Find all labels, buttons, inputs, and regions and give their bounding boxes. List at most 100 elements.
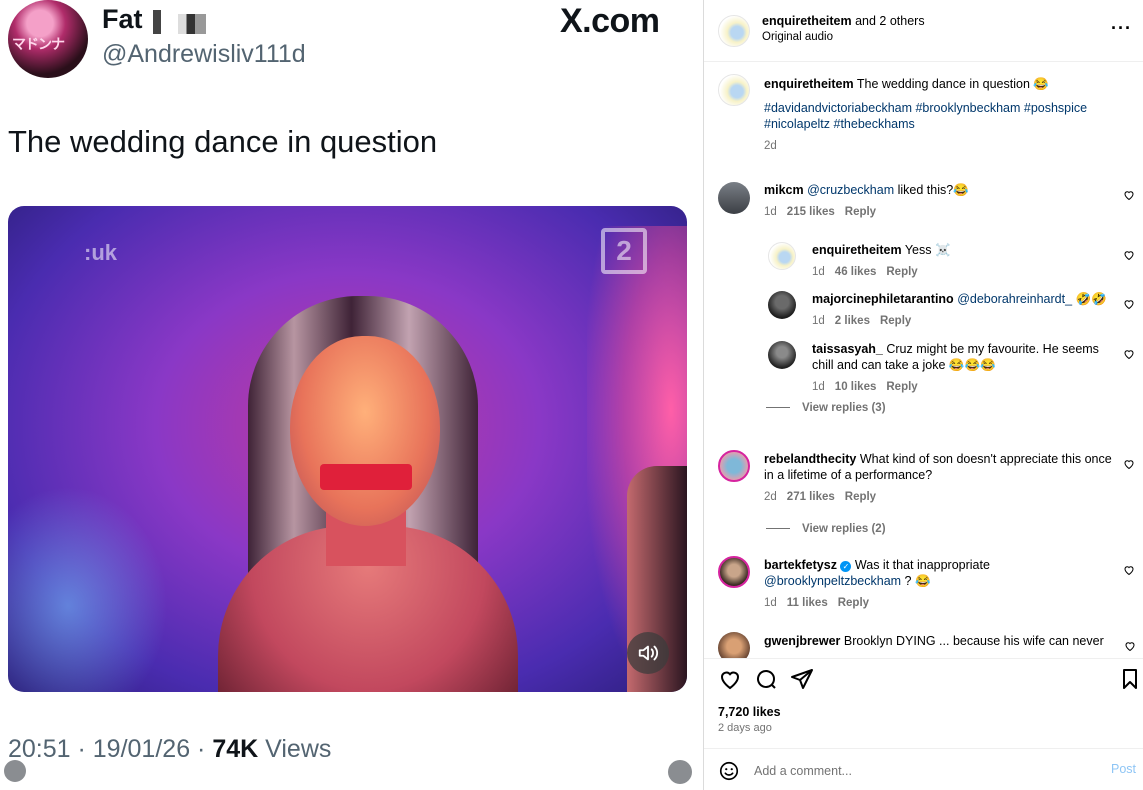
comment-username[interactable]: majorcinephiletarantino <box>812 292 954 306</box>
like-heart-icon[interactable] <box>718 667 742 691</box>
comment-likes[interactable]: 46 likes <box>835 266 877 278</box>
reply-button[interactable]: Reply <box>845 491 876 503</box>
reply-button[interactable]: Reply <box>880 315 911 327</box>
comment: gwenjbrewer Brooklyn DYING ... because h… <box>764 633 1124 649</box>
comment-avatar[interactable] <box>718 632 750 658</box>
comment-bubble-icon[interactable] <box>754 667 778 691</box>
redaction-block <box>153 10 161 34</box>
view-replies-button[interactable]: View replies (3) <box>766 402 886 414</box>
author-name[interactable]: Fat <box>102 4 143 35</box>
user-icon[interactable] <box>4 760 26 782</box>
comment-avatar[interactable] <box>718 556 750 588</box>
comment-input[interactable] <box>754 760 1054 782</box>
caption-avatar[interactable] <box>718 74 750 106</box>
performer-face <box>290 336 440 526</box>
comment-avatar[interactable] <box>718 450 750 482</box>
mute-icon[interactable] <box>668 760 692 784</box>
heart-icon[interactable] <box>1123 298 1135 310</box>
volume-button[interactable] <box>627 632 669 674</box>
heart-icon[interactable] <box>1124 640 1136 652</box>
redaction-block <box>178 14 206 34</box>
comment-time: 1d <box>812 266 825 278</box>
comment-time: 2d <box>764 491 777 503</box>
caption-username[interactable]: enquiretheitem <box>764 77 854 91</box>
emoji-icon[interactable] <box>718 760 740 782</box>
tweet-video[interactable]: :uk 2 <box>8 206 687 692</box>
comment-likes[interactable]: 271 likes <box>787 491 835 503</box>
comment-mention[interactable]: @brooklynpeltzbeckham <box>764 574 901 588</box>
heart-icon[interactable] <box>1123 189 1135 201</box>
reply-avatar[interactable] <box>768 242 796 270</box>
comment-mention[interactable]: @cruzbeckham <box>807 183 894 197</box>
comment-reply: enquiretheitem Yess ☠️ 1d 46 likes Reply <box>812 242 1122 280</box>
comment-likes[interactable]: 215 likes <box>787 206 835 218</box>
heart-icon[interactable] <box>1123 564 1135 576</box>
comment: bartekfetysz ✓ Was it that inappropriate… <box>764 557 1114 611</box>
stage-light <box>8 486 168 692</box>
header-avatar[interactable] <box>718 15 750 47</box>
caption-hashtags[interactable]: #davidandvictoriabeckham #brooklynbeckha… <box>764 100 1114 132</box>
post-button[interactable]: Post <box>1111 762 1136 776</box>
site-watermark: X.com <box>560 2 660 40</box>
comment-text: Yess ☠️ <box>901 243 951 257</box>
post-actions: 7,720 likes 2 days ago <box>704 658 1143 748</box>
tweet-text: The wedding dance in question <box>8 124 438 159</box>
comment-username[interactable]: gwenjbrewer <box>764 634 840 648</box>
views-label: Views <box>258 735 332 763</box>
comment-username[interactable]: rebelandthecity <box>764 452 856 466</box>
share-send-icon[interactable] <box>790 667 814 691</box>
comment-text: ? 😂 <box>901 574 931 588</box>
author-handle[interactable]: @Andrewisliv111d <box>102 40 306 69</box>
heart-icon[interactable] <box>1123 249 1135 261</box>
comment-likes[interactable]: 2 likes <box>835 315 870 327</box>
heart-icon[interactable] <box>1123 348 1135 360</box>
comment-mention[interactable]: @deborahreinhardt_ <box>957 292 1072 306</box>
comment-likes[interactable]: 10 likes <box>835 381 877 393</box>
speaker-icon <box>638 645 659 661</box>
caption-time: 2d <box>764 140 777 152</box>
divider <box>766 407 790 409</box>
reply-button[interactable]: Reply <box>886 381 917 393</box>
view-replies-label[interactable]: View replies (2) <box>802 523 886 535</box>
comment-text: Brooklyn DYING ... because his wife can … <box>840 634 1104 648</box>
bookmark-icon[interactable] <box>1118 667 1142 691</box>
views-count: 74K <box>212 735 259 763</box>
likes-count[interactable]: 7,720 likes <box>718 705 781 719</box>
comment-text: Was it that inappropriate <box>851 558 990 572</box>
tweet-panel: マドンナ Fat @Andrewisliv111d X.com The wedd… <box>0 0 703 790</box>
audio-label[interactable]: Original audio <box>762 31 833 43</box>
reply-button[interactable]: Reply <box>886 266 917 278</box>
comment-username[interactable]: taissasyah_ <box>812 342 883 356</box>
view-replies-button[interactable]: View replies (2) <box>766 523 886 535</box>
reply-button[interactable]: Reply <box>838 597 869 609</box>
comment-likes[interactable]: 11 likes <box>787 597 828 609</box>
header-username-text[interactable]: enquiretheitem <box>762 14 852 28</box>
comment-username[interactable]: mikcm <box>764 183 804 197</box>
caption: enquiretheitem The wedding dance in ques… <box>764 76 1114 154</box>
comment-time: 1d <box>764 597 777 609</box>
comment-avatar[interactable] <box>718 182 750 214</box>
reply-avatar[interactable] <box>768 291 796 319</box>
reply-avatar[interactable] <box>768 341 796 369</box>
comment-username[interactable]: enquiretheitem <box>812 243 902 257</box>
comment-reply: taissasyah_ Cruz might be my favourite. … <box>812 341 1122 395</box>
tweet-meta: 20:51 · 19/01/26 · 74K Views <box>8 735 331 764</box>
comment-composer: Post <box>704 748 1143 790</box>
tweet-time[interactable]: 20:51 · 19/01/26 · <box>8 735 212 763</box>
heart-icon[interactable] <box>1123 458 1135 470</box>
comment-time: 1d <box>812 381 825 393</box>
comment-time: 1d <box>812 315 825 327</box>
comment-username[interactable]: bartekfetysz <box>764 558 837 572</box>
comment-time: 1d <box>764 206 777 218</box>
comment-text: liked this?😂 <box>894 183 969 197</box>
comment: mikcm @cruzbeckham liked this?😂 1d 215 li… <box>764 182 1114 220</box>
reply-button[interactable]: Reply <box>845 206 876 218</box>
more-options-icon[interactable]: ··· <box>1111 18 1132 39</box>
divider <box>766 528 790 530</box>
view-replies-label[interactable]: View replies (3) <box>802 402 886 414</box>
header-username[interactable]: enquiretheitem and 2 others <box>762 14 925 28</box>
comment-text: 🤣🤣 <box>1072 292 1107 306</box>
author-avatar[interactable]: マドンナ <box>8 0 88 78</box>
header-and-others: and 2 others <box>851 14 925 28</box>
instagram-panel: enquiretheitem and 2 others Original aud… <box>703 0 1143 790</box>
